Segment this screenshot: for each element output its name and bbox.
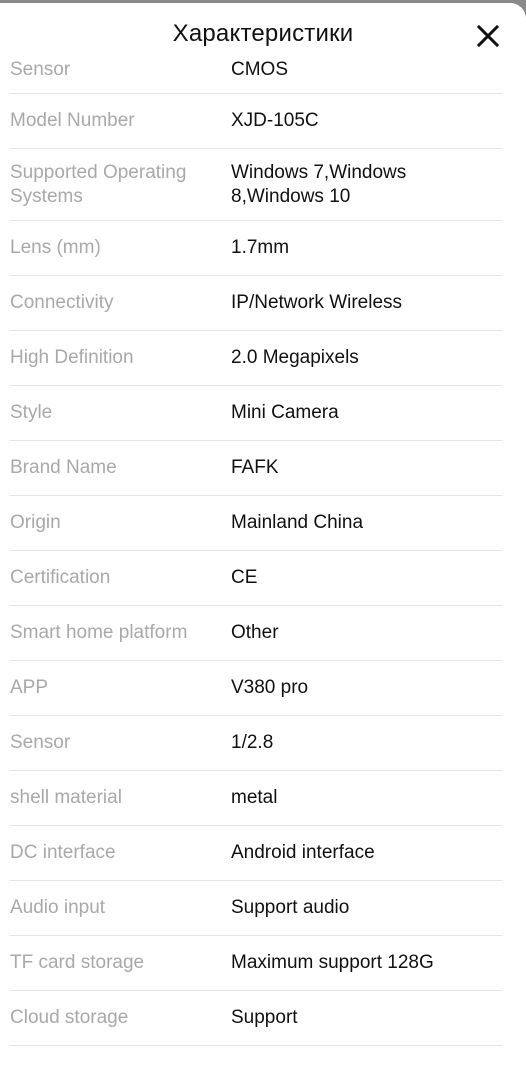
spec-label: TF card storage — [10, 952, 145, 973]
page-title: Характеристики — [172, 20, 354, 47]
spec-label: Lens (mm) — [10, 237, 101, 258]
spec-row: Sensor 1/2.8 — [10, 716, 502, 771]
spec-row: Audio input Support audio — [10, 881, 502, 936]
spec-label: DC interface — [10, 842, 116, 863]
spec-value: FAFK — [231, 457, 279, 478]
spec-row: Smart home platform Other — [10, 606, 502, 661]
close-x-icon — [476, 24, 500, 48]
spec-label: Sensor — [10, 732, 71, 753]
spec-row: Supported Operating Systems Windows 7,Wi… — [10, 149, 502, 221]
spec-value: Mini Camera — [231, 402, 339, 423]
spec-value: Support audio — [231, 897, 350, 918]
spec-row: Certification CE — [10, 551, 502, 606]
spec-label: Smart home platform — [10, 622, 188, 643]
spec-value: CE — [231, 567, 258, 588]
spec-label: shell material — [10, 787, 122, 808]
spec-row: High Definition 2.0 Megapixels — [10, 331, 502, 386]
specs-list[interactable]: Sensor CMOS Model Number XJD-105C Suppor… — [0, 42, 526, 1046]
spec-row: Brand Name FAFK — [10, 441, 502, 496]
spec-row: TF card storage Maximum support 128G — [10, 936, 502, 991]
spec-row: Lens (mm) 1.7mm — [10, 221, 502, 276]
spec-value: CMOS — [231, 59, 288, 80]
spec-label: Cloud storage — [10, 1007, 129, 1028]
spec-value: XJD-105C — [231, 110, 319, 131]
spec-row: Cloud storage Support — [10, 991, 502, 1046]
spec-row: APP V380 pro — [10, 661, 502, 716]
spec-label: Audio input — [10, 897, 106, 918]
spec-row: Connectivity IP/Network Wireless — [10, 276, 502, 331]
spec-label: Supported Operating Systems — [10, 161, 187, 207]
spec-label: Origin — [10, 512, 61, 533]
spec-value: Maximum support 128G — [231, 952, 434, 973]
spec-label: APP — [10, 677, 49, 698]
spec-value: Other — [231, 622, 279, 643]
spec-value: 1/2.8 — [231, 732, 274, 753]
spec-value: Android interface — [231, 842, 375, 863]
close-button[interactable] — [474, 22, 504, 52]
spec-value: metal — [231, 787, 278, 808]
spec-row: DC interface Android interface — [10, 826, 502, 881]
spec-label: Sensor — [10, 59, 71, 80]
spec-row: Origin Mainland China — [10, 496, 502, 551]
spec-label: Style — [10, 402, 53, 423]
spec-row: Model Number XJD-105C — [10, 94, 502, 149]
spec-value: 2.0 Megapixels — [231, 347, 359, 368]
spec-value: IP/Network Wireless — [231, 292, 403, 313]
spec-value: 1.7mm — [231, 237, 290, 258]
spec-row: Style Mini Camera — [10, 386, 502, 441]
spec-value: Support — [231, 1007, 298, 1028]
sheet-header: Характеристики — [0, 3, 526, 61]
spec-row: shell material metal — [10, 771, 502, 826]
spec-label: High Definition — [10, 347, 134, 368]
spec-label: Model Number — [10, 110, 135, 131]
spec-value: V380 pro — [231, 677, 309, 698]
spec-value: Mainland China — [231, 512, 364, 533]
specifications-sheet: Sensor CMOS Model Number XJD-105C Suppor… — [0, 3, 526, 1078]
spec-value: Windows 7,Windows 8,Windows 10 — [231, 161, 407, 207]
spec-label: Connectivity — [10, 292, 114, 313]
spec-label: Brand Name — [10, 457, 117, 478]
spec-label: Certification — [10, 567, 111, 588]
